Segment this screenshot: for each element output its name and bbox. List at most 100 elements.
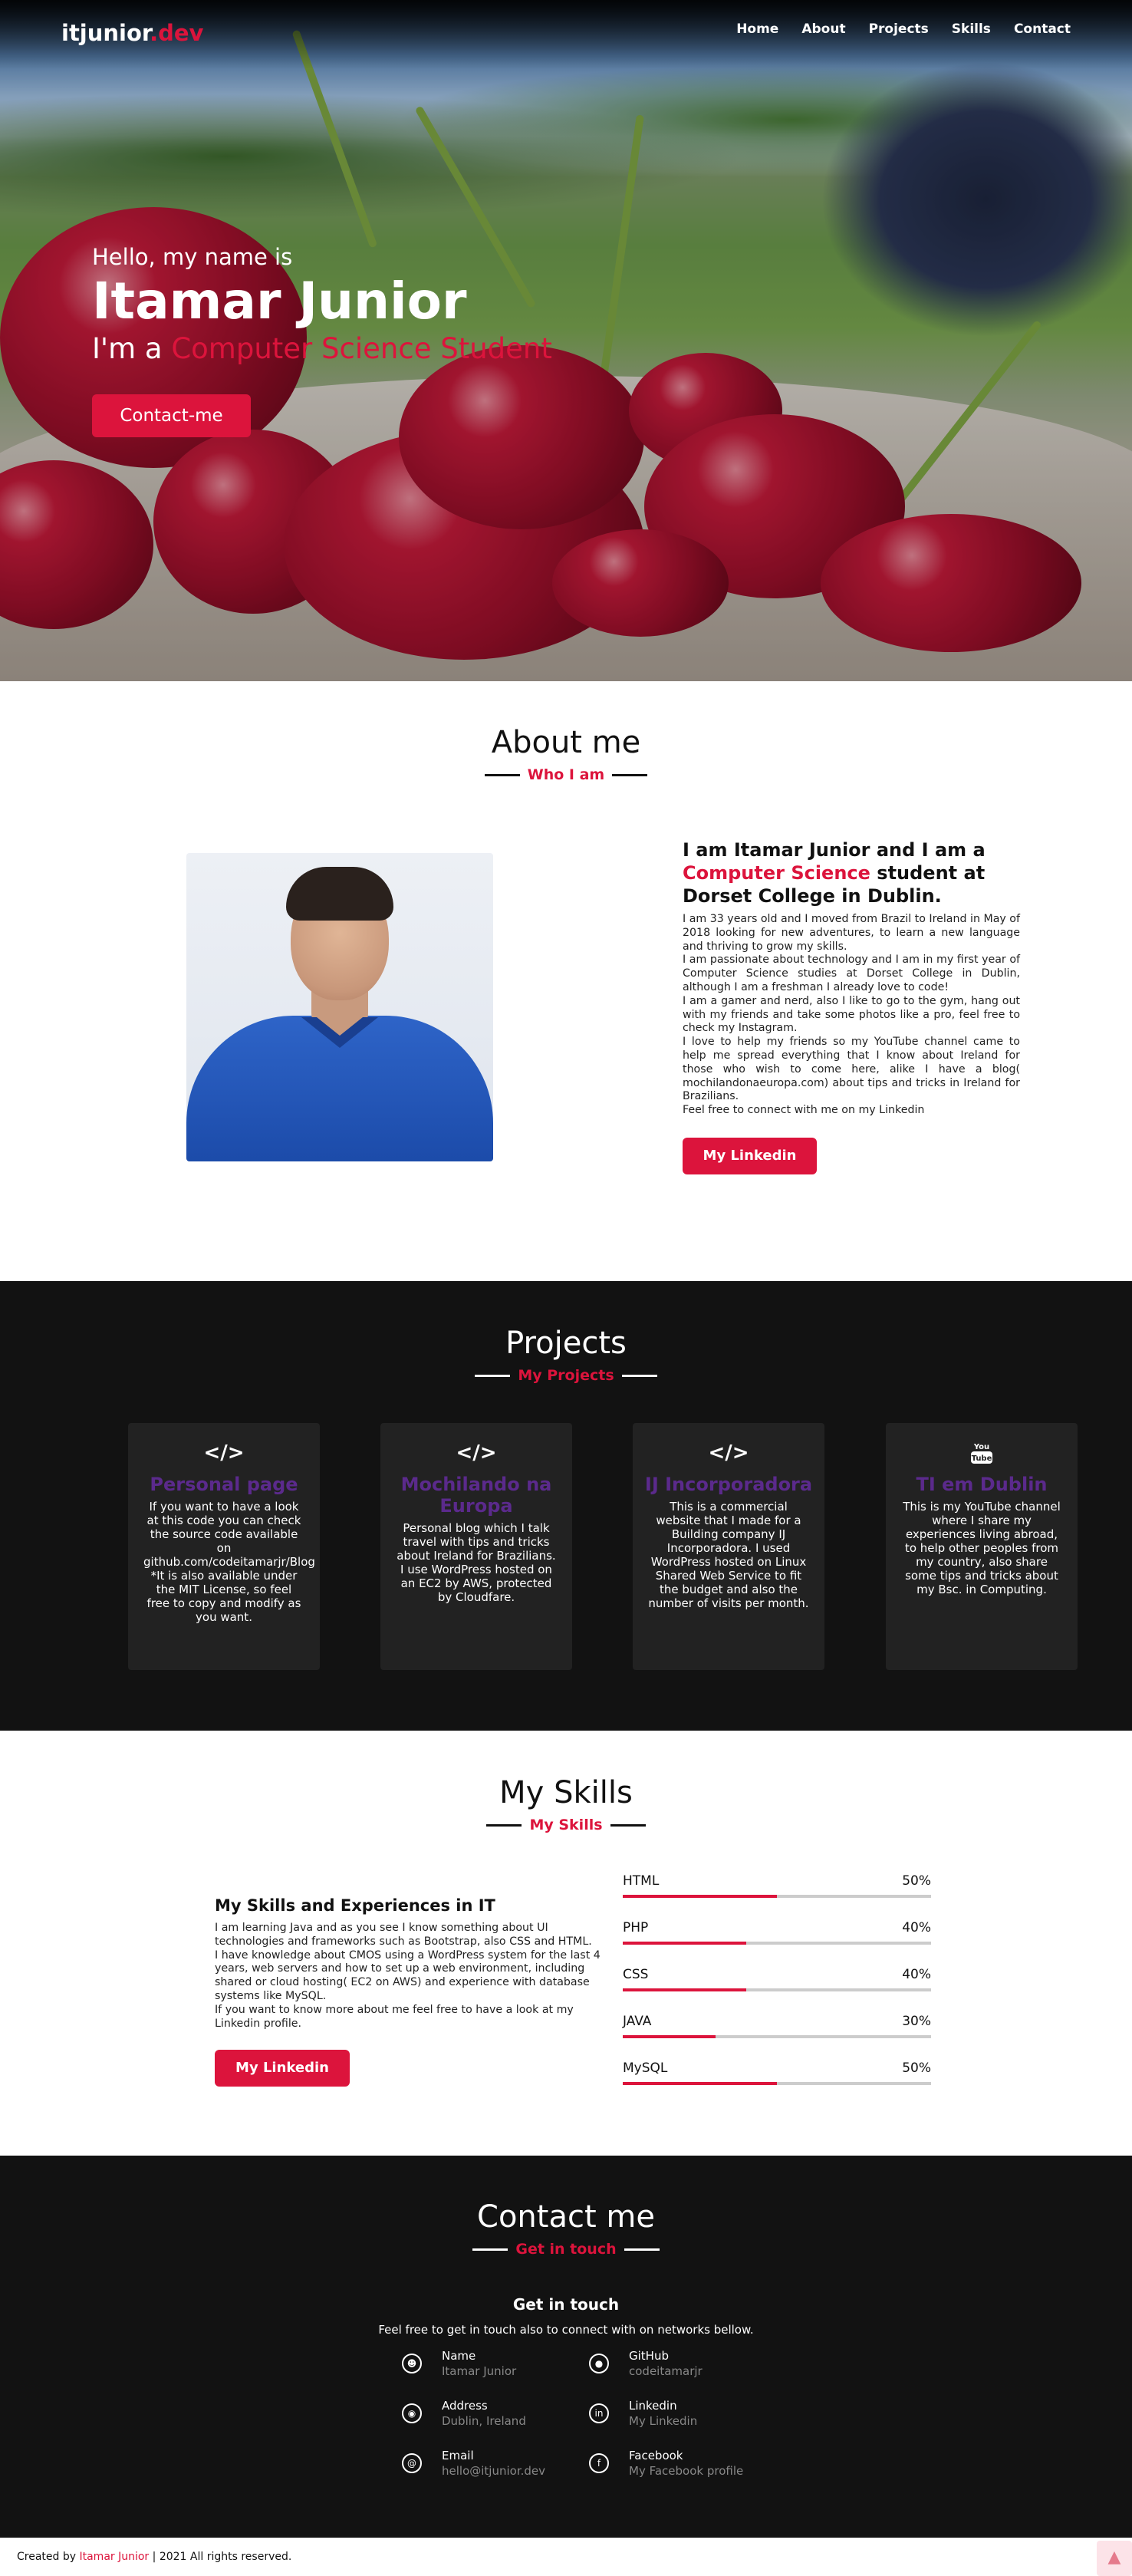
skills-linkedin-button[interactable]: My Linkedin: [215, 2050, 350, 2087]
hero-role-typed: Computer Science Student: [171, 332, 552, 365]
contact-label: Name: [442, 2349, 476, 2363]
scroll-to-top-icon[interactable]: ▲: [1097, 2541, 1132, 2576]
contact-item-email[interactable]: @ Email hello@itjunior.dev: [402, 2449, 586, 2484]
nav-projects[interactable]: Projects: [869, 21, 929, 37]
skills-subtitle: My Skills: [0, 1817, 1132, 1833]
skill-track: [623, 2082, 931, 2085]
site-logo[interactable]: itjunior.dev: [61, 20, 203, 46]
logo-text: itjunior: [61, 20, 150, 46]
contact-label: GitHub: [629, 2349, 669, 2363]
skill-name: HTML: [623, 1873, 660, 1889]
contact-value[interactable]: My Facebook profile: [629, 2464, 743, 2478]
project-desc: This is a commercial website that I made…: [648, 1500, 809, 1610]
contact-label: Email: [442, 2449, 474, 2462]
email-icon: @: [402, 2453, 422, 2473]
user-icon: ☻: [402, 2354, 422, 2373]
skills-body: I am learning Java and as you see I know…: [215, 1922, 606, 2031]
project-desc: This is my YouTube channel where I share…: [903, 1500, 1061, 1596]
projects-subtitle: My Projects: [0, 1367, 1132, 1384]
skill-bar: MySQL 50%: [623, 2060, 931, 2085]
divider-line: [486, 1824, 522, 1827]
linkedin-icon: in: [589, 2403, 609, 2423]
skill-percent: 40%: [902, 1920, 931, 1935]
about-body: I am 33 years old and I moved from Brazi…: [683, 913, 1020, 1118]
contact-value[interactable]: My Linkedin: [629, 2414, 697, 2428]
contact-label: Facebook: [629, 2449, 683, 2462]
contact-value[interactable]: codeitamarjr: [629, 2364, 703, 2378]
about-paragraph: I am 33 years old and I moved from Brazi…: [683, 913, 1020, 953]
contact-value: Dublin, Ireland: [442, 2414, 526, 2428]
skills-paragraph: I am learning Java and as you see I know…: [215, 1922, 592, 1948]
nav-home[interactable]: Home: [736, 21, 778, 37]
footer: Created by Itamar Junior | 2021 All righ…: [0, 2538, 1132, 2576]
project-card[interactable]: </> Mochilando na Europa Personal blog w…: [380, 1423, 572, 1670]
about-title: About me: [491, 725, 641, 760]
footer-author-link[interactable]: Itamar Junior: [79, 2551, 149, 2563]
project-desc: Personal blog which I talk travel with t…: [397, 1521, 556, 1604]
skill-fill: [623, 2035, 716, 2038]
skills-heading: My Skills and Experiences in IT: [215, 1896, 495, 1915]
project-title: Personal page: [150, 1474, 298, 1495]
divider-line: [472, 2248, 508, 2251]
hero-name: Itamar Junior: [92, 272, 467, 331]
skill-name: MySQL: [623, 2060, 668, 2076]
project-title: Mochilando na Europa: [400, 1474, 552, 1517]
contact-item-github[interactable]: ● GitHub codeitamarjr: [589, 2349, 773, 2384]
contact-subtitle: Get in touch: [0, 2241, 1132, 2258]
youtube-icon-svg: You Tube: [971, 1443, 992, 1464]
contact-item-facebook[interactable]: f Facebook My Facebook profile: [589, 2449, 773, 2484]
hero-hello: Hello, my name is: [92, 244, 293, 270]
svg-text:Tube: Tube: [972, 1454, 992, 1463]
skill-percent: 30%: [902, 2014, 931, 2029]
divider-line: [610, 1824, 646, 1827]
facebook-icon: f: [589, 2453, 609, 2473]
nav-about[interactable]: About: [801, 21, 845, 37]
projects-subtitle-text: My Projects: [518, 1367, 614, 1384]
github-icon: ●: [589, 2354, 609, 2373]
skill-percent: 50%: [902, 1873, 931, 1889]
contact-label: Address: [442, 2399, 488, 2413]
photo-hair: [286, 867, 393, 921]
nav-menu: Home About Projects Skills Contact: [736, 21, 1071, 37]
project-desc: If you want to have a look at this code …: [143, 1500, 315, 1624]
project-card[interactable]: </> IJ Incorporadora This is a commercia…: [633, 1423, 824, 1670]
skill-track: [623, 1895, 931, 1898]
projects-title: Projects: [505, 1326, 627, 1361]
about-linkedin-button[interactable]: My Linkedin: [683, 1138, 817, 1174]
footer-post: | 2021 All rights reserved.: [149, 2551, 292, 2563]
contact-value[interactable]: hello@itjunior.dev: [442, 2464, 545, 2478]
skills-paragraph: If you want to know more about me feel f…: [215, 2003, 574, 2030]
contact-item-linkedin[interactable]: in Linkedin My Linkedin: [589, 2399, 773, 2434]
nav-skills[interactable]: Skills: [952, 21, 991, 37]
skill-track: [623, 2035, 931, 2038]
footer-pre: Created by: [17, 2551, 80, 2563]
map-pin-icon: ◉: [402, 2403, 422, 2423]
about-subtitle: Who I am: [0, 766, 1132, 783]
code-icon: </>: [203, 1441, 245, 1464]
divider-line: [475, 1375, 511, 1377]
skill-bar: JAVA 30%: [623, 2014, 931, 2038]
about-heading: I am Itamar Junior and I am a Computer S…: [683, 838, 1028, 908]
skill-name: JAVA: [623, 2014, 652, 2029]
project-card[interactable]: </> Personal page If you want to have a …: [128, 1423, 320, 1670]
contact-subtitle-text: Get in touch: [515, 2241, 617, 2258]
divider-line: [612, 774, 648, 776]
about-heading-accent: Computer Science: [683, 862, 870, 884]
contact-get-in-touch: Get in touch: [512, 2295, 620, 2314]
hero-role: I'm a Computer Science Student: [92, 332, 552, 365]
contact-me-button[interactable]: Contact-me: [92, 394, 251, 437]
logo-accent-text: .dev: [150, 20, 204, 46]
hero-text: Hello, my name is Itamar Junior I'm a Co…: [92, 244, 552, 365]
svg-text:You: You: [973, 1443, 989, 1451]
divider-line: [624, 2248, 660, 2251]
contact-title: Contact me: [477, 2199, 655, 2235]
skills-paragraph: I have knowledge about CMOS using a Word…: [215, 1948, 601, 2002]
skill-percent: 50%: [902, 2060, 931, 2076]
about-paragraph: Feel free to connect with me on my Linke…: [683, 1104, 925, 1117]
skill-bar: HTML 50%: [623, 1873, 931, 1898]
code-icon: </>: [708, 1441, 749, 1464]
nav-contact[interactable]: Contact: [1014, 21, 1071, 37]
about-paragraph: I love to help my friends so my YouTube …: [683, 1036, 1020, 1103]
project-card[interactable]: You Tube TI em Dublin This is my YouTube…: [886, 1423, 1078, 1670]
skill-name: PHP: [623, 1920, 649, 1935]
